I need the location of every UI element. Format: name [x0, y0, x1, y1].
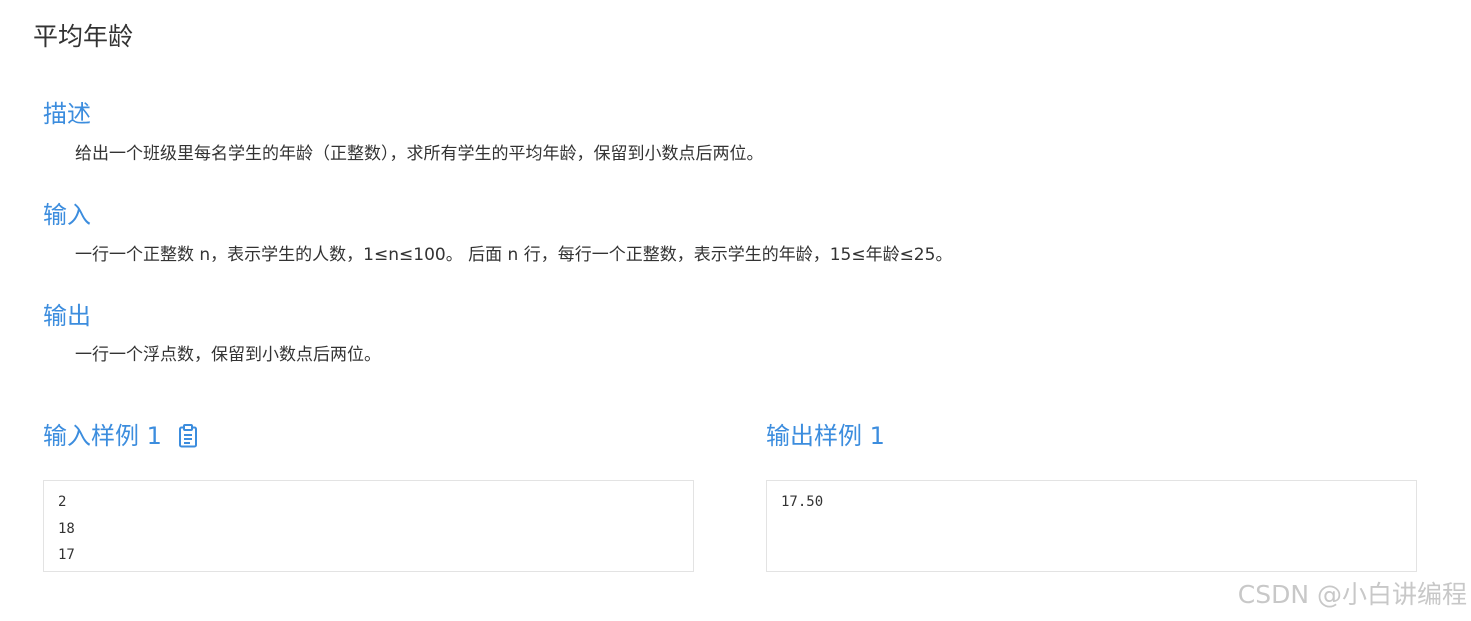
input-text: 一行一个正整数 n，表示学生的人数，1≤n≤100。 后面 n 行，每行一个正整…: [75, 245, 953, 265]
sample-input-line: 17: [58, 547, 75, 563]
page-title: 平均年龄: [33, 22, 134, 51]
sample-input-box: 2 18 17: [43, 480, 694, 572]
sample-output-box: 17.50: [766, 480, 1417, 572]
sample-output-line: 17.50: [781, 494, 824, 510]
description-heading: 描述: [43, 100, 91, 128]
output-heading: 输出: [43, 302, 91, 330]
input-heading: 输入: [43, 201, 91, 229]
sample-input-line: 18: [58, 520, 75, 537]
clipboard-icon[interactable]: [178, 424, 198, 448]
watermark: CSDN @小白讲编程: [1237, 580, 1467, 609]
sample-input-line: 2: [58, 494, 67, 510]
sample-output-heading-label: 输出样例 1: [766, 422, 885, 450]
sample-output-heading: 输出样例 1: [766, 420, 885, 452]
sample-input-heading-label: 输入样例 1: [43, 422, 162, 450]
description-text: 给出一个班级里每名学生的年龄（正整数），求所有学生的平均年龄，保留到小数点后两位…: [75, 144, 764, 164]
sample-input-heading: 输入样例 1: [43, 420, 198, 452]
output-text: 一行一个浮点数，保留到小数点后两位。: [75, 345, 381, 365]
